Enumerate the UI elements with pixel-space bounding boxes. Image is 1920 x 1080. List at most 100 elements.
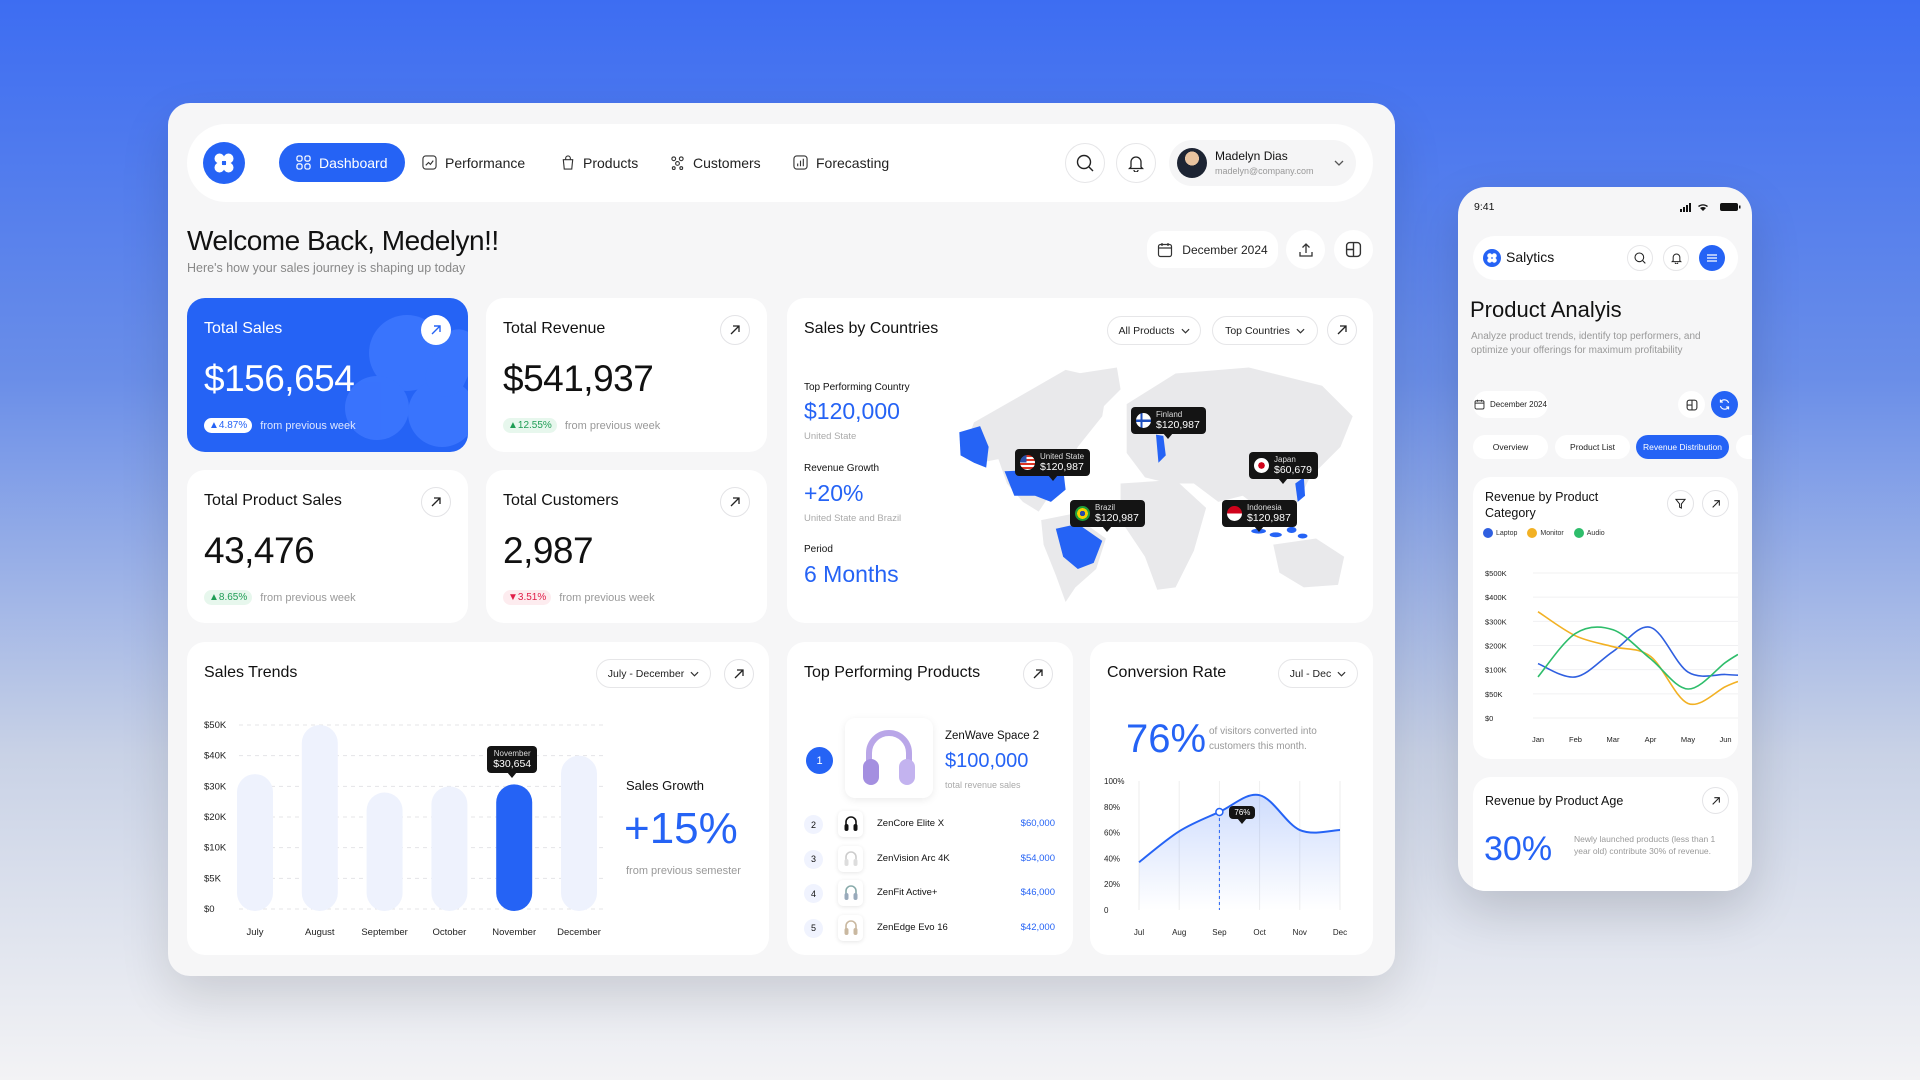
product-row[interactable]: 5 ZenEdge Evo 16 $42,000 [787,914,1073,942]
filter-label: All Products [1118,324,1175,337]
revenue-by-age-card: Revenue by Product Age 30% Newly launche… [1473,777,1738,891]
y-tick-label: $20K [204,812,227,823]
nav-customers[interactable]: Customers [653,143,778,182]
app-logo[interactable] [203,142,245,184]
rank-badge: 2 [804,815,823,834]
top-products-card: Top Performing Products 1 ZenWave Space … [787,642,1073,955]
change-note: from previous week [564,419,661,432]
x-tick-label: Jul [1134,928,1144,937]
nav-label: Customers [693,154,761,171]
open-button[interactable] [421,315,451,345]
layout-button[interactable] [1334,230,1373,269]
y-tick-label: 20% [1104,880,1120,889]
data-point [1215,807,1224,817]
kpi-change: ▼3.51% from previous week [503,590,655,605]
tab-more[interactable] [1736,435,1752,459]
x-tick-label: Dec [1333,928,1347,937]
layout-icon [1686,399,1697,410]
tab-overview[interactable]: Overview [1473,435,1548,459]
date-picker[interactable]: December 2024 [1473,391,1548,418]
notifications-button[interactable] [1116,143,1156,183]
bar-december [561,755,597,911]
nav-forecasting[interactable]: Forecasting [776,143,906,182]
open-button[interactable] [421,487,451,517]
kpi-total-sales[interactable]: Total Sales $156,654 ▲4.87% from previous… [187,298,468,452]
stat-label: Period [804,544,833,555]
y-tick-label: 100% [1104,777,1124,786]
bell-icon [1128,156,1144,172]
kpi-total-product-sales[interactable]: Total Product Sales 43,476 ▲8.65% from pr… [187,470,468,623]
notifications-button[interactable] [1663,245,1689,271]
tab-product-list[interactable]: Product List [1555,435,1630,459]
map-marker-indonesia[interactable]: Indonesia $120,987 [1222,500,1297,532]
open-button[interactable] [1327,315,1357,345]
mobile-page-title: Product Analyis [1470,297,1622,322]
x-tick-label: August [305,927,335,938]
open-button[interactable] [724,659,754,689]
product-thumb [838,846,863,872]
open-button[interactable] [1702,787,1729,814]
date-picker[interactable]: December 2024 [1147,231,1278,268]
map-marker-united-state[interactable]: United State $120,987 [1015,449,1091,481]
sales-by-countries-card: Sales by Countries All Products Top Coun… [787,298,1373,623]
menu-button[interactable] [1699,245,1725,271]
kpi-total-revenue[interactable]: Total Revenue $541,937 ▲12.55% from previ… [486,298,767,452]
product-row[interactable]: 3 ZenVision Arc 4K $54,000 [787,845,1073,873]
avatar [1177,148,1207,178]
change-note: from previous week [260,591,356,604]
x-tick-label: October [433,927,467,938]
product-name: ZenFit Active+ [877,887,938,898]
product-row[interactable]: 2 ZenCore Elite X $60,000 [787,810,1073,838]
kpi-total-customers[interactable]: Total Customers 2,987 ▼3.51% from previou… [486,470,767,623]
product-name: ZenEdge Evo 16 [877,921,948,933]
layout-button[interactable] [1678,391,1705,418]
bar-august [301,725,338,911]
export-button[interactable] [1286,230,1325,269]
user-email: madelyn@company.com [1215,166,1314,176]
stat-note: United State and Brazil [804,513,902,524]
marker-country: Japan [1274,455,1296,464]
refresh-button[interactable] [1711,391,1738,418]
app-logo[interactable] [1483,249,1501,267]
x-tick-label: July [247,927,264,938]
product-row[interactable]: 4 ZenFit Active+ $46,000 [787,879,1073,907]
finland-flag-icon [1136,413,1151,428]
search-icon [1634,252,1646,264]
bag-icon [562,155,574,170]
y-tick-label: $10K [204,843,227,854]
nav-dashboard[interactable]: Dashboard [279,143,405,182]
open-button[interactable] [720,487,750,517]
y-tick-label: $5K [204,873,222,884]
tab-revenue-distribution[interactable]: Revenue Distribution [1636,435,1729,459]
map-marker-finland[interactable]: Finland $120,987 [1131,407,1206,439]
open-button[interactable] [720,315,750,345]
filter-label: July - December [607,667,685,680]
change-note: from previous week [559,591,655,604]
series-line-audio [1537,626,1738,690]
headphones-icon [844,885,857,900]
indonesia-flag-icon [1227,506,1242,521]
map-marker-japan[interactable]: Japan $60,679 [1249,452,1318,484]
brazil-flag-icon [1075,506,1090,521]
countries-filter[interactable]: Top Countries [1212,316,1318,345]
y-tick-label: 40% [1104,854,1120,863]
tooltip-value: $30,654 [493,758,532,771]
user-menu[interactable]: Madelyn Dias madelyn@company.com [1169,140,1356,186]
product-name: ZenVision Arc 4K [877,852,950,864]
open-button[interactable] [1023,659,1053,689]
search-button[interactable] [1627,245,1653,271]
kpi-value: $541,937 [503,358,654,399]
tooltip-value: 76% [1234,807,1251,817]
map-marker-brazil[interactable]: Brazil $120,987 [1070,500,1145,532]
product-revenue: $100,000 [945,750,1029,772]
x-tick-label: Apr [1645,735,1657,744]
nav-products[interactable]: Products [544,143,655,182]
products-filter[interactable]: All Products [1107,316,1201,345]
status-icons [1680,203,1741,212]
search-button[interactable] [1065,143,1105,183]
x-tick-label: Aug [1172,928,1186,937]
nav-performance[interactable]: Performance [405,143,542,182]
top-nav: Dashboard Performance Products Customers… [187,124,1373,202]
change-value: 8.65% [218,592,248,603]
headphones-icon [863,730,915,785]
